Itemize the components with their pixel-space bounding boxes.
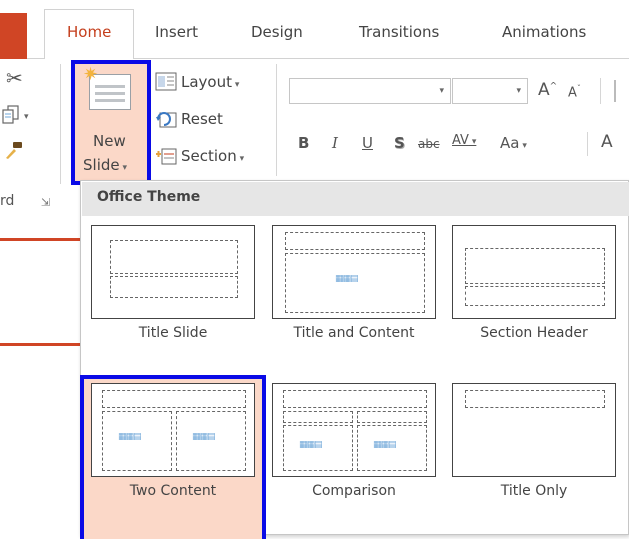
layout-button[interactable]: Layout ▾	[181, 73, 239, 91]
layout-thumbnail	[91, 225, 255, 319]
chevron-down-icon: ▾	[236, 154, 245, 164]
new-slide-button[interactable]: ✷ New Slide ▾	[71, 60, 151, 185]
chevron-down-icon: ▾	[439, 86, 444, 96]
content-placeholder-icons: ▦▦▤	[192, 432, 215, 442]
content-placeholder-icons: ▦▦▤	[118, 432, 141, 442]
layout-label: Section Header	[480, 325, 588, 341]
strikethrough-button[interactable]: abc	[418, 137, 440, 151]
layout-thumbnail: ▦▦▤ ▦▦▤	[91, 383, 255, 477]
tab-design[interactable]: Design	[251, 23, 303, 45]
italic-button[interactable]: I	[332, 134, 338, 152]
reset-button[interactable]: Reset	[181, 110, 223, 128]
shrink-font-button[interactable]: Aˇ	[568, 84, 581, 100]
file-tab-strip[interactable]	[0, 13, 27, 59]
tab-animations[interactable]: Animations	[502, 23, 586, 45]
section-icon	[155, 146, 177, 166]
underline-button[interactable]: U	[362, 134, 373, 152]
reset-icon	[155, 109, 177, 129]
content-placeholder-icons: ▦▦▤	[299, 440, 322, 450]
layout-title-slide[interactable]: Title Slide	[84, 221, 262, 381]
chevron-down-icon: ▾	[232, 80, 240, 90]
layout-thumbnail: ▦▦▤	[272, 225, 436, 319]
sparkle-icon: ✷	[83, 64, 99, 85]
chevron-down-icon: ▾	[119, 163, 127, 173]
new-slide-label-line1: New	[93, 132, 126, 150]
layout-label: Title and Content	[293, 325, 415, 341]
layout-label: Two Content	[129, 483, 217, 499]
layout-thumbnail	[452, 383, 616, 477]
copy-icon[interactable]	[2, 104, 20, 124]
slide-preview-accent	[0, 238, 80, 241]
layout-icon	[155, 72, 177, 92]
scissors-icon[interactable]: ✂	[6, 66, 23, 90]
dialog-launcher-icon[interactable]: ⇲	[41, 196, 50, 209]
gallery-header: Office Theme	[82, 182, 629, 216]
group-divider	[276, 64, 277, 176]
bold-button[interactable]: B	[298, 134, 309, 152]
layout-comparison[interactable]: ▦▦▤ ▦▦▤ Comparison	[265, 379, 443, 539]
slide-preview-accent	[0, 343, 80, 346]
layout-thumbnail: ▦▦▤ ▦▦▤	[272, 383, 436, 477]
layout-title-and-content[interactable]: ▦▦▤ Title and Content	[265, 221, 443, 381]
layout-thumbnail	[452, 225, 616, 319]
chevron-down-icon: ▾	[519, 141, 527, 151]
change-case-button[interactable]: Aa ▾	[500, 134, 527, 152]
group-divider	[60, 64, 61, 184]
font-size-combobox[interactable]: ▾	[452, 78, 528, 104]
copy-dropdown-caret[interactable]: ▾	[24, 112, 29, 122]
font-color-button[interactable]: A	[601, 132, 613, 152]
new-slide-label-line2: Slide ▾	[83, 156, 127, 174]
tab-transitions[interactable]: Transitions	[359, 23, 439, 45]
font-name-combobox[interactable]: ▾	[289, 78, 451, 104]
shadow-button[interactable]: S	[394, 134, 405, 152]
layout-section-header[interactable]: Section Header	[445, 221, 623, 381]
layout-label: Comparison	[312, 483, 396, 499]
content-placeholder-icons: ▦▦▤	[335, 274, 358, 284]
grow-font-button[interactable]: A^	[538, 80, 557, 100]
layout-two-content[interactable]: ▦▦▤ ▦▦▤ Two Content	[80, 375, 266, 539]
group-divider	[587, 132, 588, 156]
tab-home[interactable]: Home	[44, 9, 135, 60]
clear-formatting-icon[interactable]	[614, 80, 629, 102]
chevron-down-icon: ▾	[468, 137, 477, 147]
tab-insert[interactable]: Insert	[155, 23, 198, 45]
layout-title-only[interactable]: Title Only	[445, 379, 623, 539]
format-painter-icon[interactable]	[4, 140, 24, 160]
group-divider	[600, 78, 601, 104]
character-spacing-button[interactable]: AV ▾	[452, 133, 476, 148]
clipboard-group-label: rd	[0, 193, 15, 209]
layout-gallery-dropdown: Office Theme Title Slide ▦▦▤ Title and C…	[80, 180, 629, 539]
layout-label: Title Slide	[138, 325, 208, 341]
content-placeholder-icons: ▦▦▤	[373, 440, 396, 450]
chevron-down-icon: ▾	[516, 86, 521, 96]
section-button[interactable]: Section ▾	[181, 147, 244, 165]
layout-label: Title Only	[500, 483, 568, 499]
